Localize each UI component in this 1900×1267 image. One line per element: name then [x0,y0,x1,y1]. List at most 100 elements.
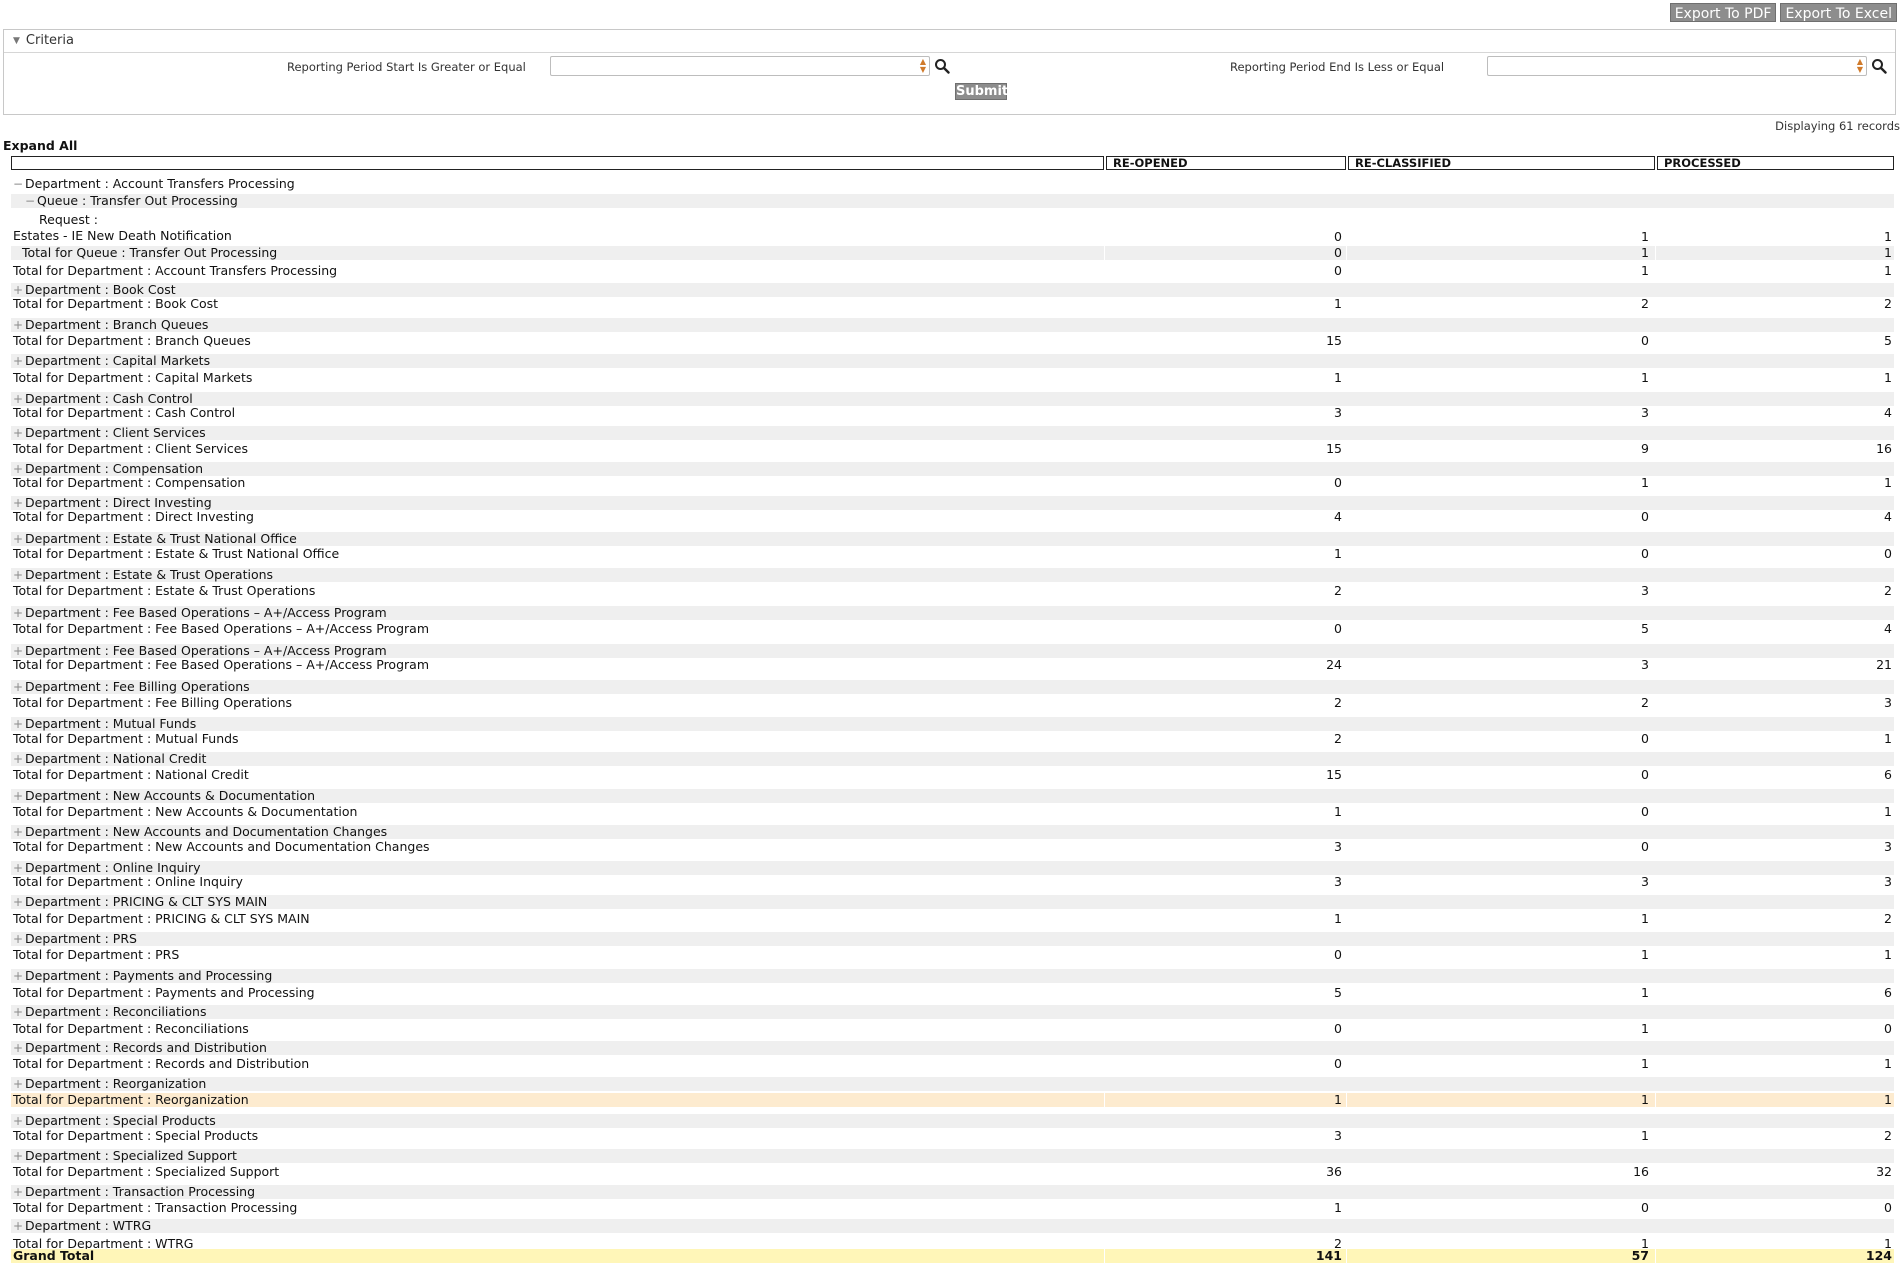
total-row: Total for Department : Fee Billing Opera… [11,696,1894,710]
start-search-icon[interactable] [934,58,950,74]
group-row[interactable]: + Department : New Accounts and Documenta… [11,825,1894,839]
row-label: + Department : PRICING & CLT SYS MAIN [13,895,267,910]
group-row[interactable]: + Department : Online Inquiry [11,861,1894,875]
expand-icon[interactable]: + [13,861,25,875]
group-label: Department : Account Transfers Processin… [25,176,295,191]
group-row[interactable]: + Department : Specialized Support [11,1149,1894,1163]
collapse-icon[interactable]: − [13,177,25,191]
expand-icon[interactable]: + [13,752,25,766]
expand-icon[interactable]: + [13,462,25,476]
collapse-icon[interactable]: − [25,194,37,208]
group-row[interactable]: + Department : Cash Control [11,392,1894,406]
group-row[interactable]: + Department : Estate & Trust National Of… [11,532,1894,546]
group-row[interactable]: + Department : Branch Queues [11,318,1894,332]
reclassified-value: 0 [1641,804,1649,819]
row-label: + Department : WTRG [13,1219,151,1234]
column-divider [1104,1129,1105,1143]
column-header-processed[interactable]: PROCESSED [1657,156,1894,170]
expand-icon[interactable]: + [13,1219,25,1233]
export-excel-button[interactable]: Export To Excel [1780,3,1897,22]
criteria-header[interactable]: ▼ Criteria [4,30,1895,53]
group-row[interactable]: + Department : Fee Based Operations – A+/… [11,644,1894,658]
column-divider [1655,547,1656,561]
group-row[interactable]: − Department : Account Transfers Processi… [11,176,1894,192]
expand-icon[interactable]: + [13,680,25,694]
expand-icon[interactable]: + [13,895,25,909]
reclassified-value: 3 [1641,874,1649,889]
expand-icon[interactable]: + [13,1077,25,1091]
column-divider [1346,1129,1347,1143]
expand-icon[interactable]: + [13,1185,25,1199]
group-row[interactable]: + Department : PRICING & CLT SYS MAIN [11,895,1894,909]
record-count: Displaying 61 records [1775,119,1900,133]
group-label: Department : Specialized Support [25,1148,237,1163]
expand-icon[interactable]: + [13,644,25,658]
collapse-triangle-icon[interactable]: ▼ [13,30,20,52]
group-row[interactable]: + Department : Estate & Trust Operations [11,568,1894,582]
group-row[interactable]: + Department : PRS [11,932,1894,946]
expand-icon[interactable]: + [13,392,25,406]
expand-icon[interactable]: + [13,318,25,332]
expand-icon[interactable]: + [13,1114,25,1128]
expand-icon[interactable]: + [13,825,25,839]
column-divider [1104,1201,1105,1215]
expand-icon[interactable]: + [13,568,25,582]
group-row[interactable]: + Department : Reconciliations [11,1005,1894,1019]
export-pdf-button[interactable]: Export To PDF [1669,3,1777,22]
expand-icon[interactable]: + [13,969,25,983]
end-search-icon[interactable] [1871,58,1887,74]
group-row[interactable]: + Department : Capital Markets [11,354,1894,368]
group-row[interactable]: + Department : WTRG [11,1219,1894,1233]
total-row: Total for Department : Payments and Proc… [11,986,1894,1000]
group-row[interactable]: + Department : Mutual Funds [11,717,1894,731]
row-label: Total for Department : Fee Based Operati… [13,621,429,636]
group-row[interactable]: + Department : Direct Investing [11,496,1894,510]
expand-icon[interactable]: + [13,606,25,620]
end-date-input[interactable]: ▲ ▼ [1487,56,1867,76]
column-divider [1346,212,1347,244]
expand-icon[interactable]: + [13,789,25,803]
expand-icon[interactable]: + [13,1005,25,1019]
group-row[interactable]: + Department : Special Products [11,1114,1894,1128]
spinner-icon[interactable]: ▲ ▼ [1857,58,1863,74]
row-label: + Department : Reorganization [13,1077,206,1092]
start-date-input[interactable]: ▲ ▼ [550,56,930,76]
group-row[interactable]: + Department : National Credit [11,752,1894,766]
group-label: Department : Transaction Processing [25,1184,256,1199]
expand-all-link[interactable]: Expand All [3,138,77,153]
expand-icon[interactable]: + [13,1149,25,1163]
expand-icon[interactable]: + [13,1041,25,1055]
reclassified-value: 2 [1641,695,1649,710]
reclassified-value: 1 [1641,911,1649,926]
group-row[interactable]: + Department : Fee Based Operations – A+/… [11,606,1894,620]
column-divider [1104,1057,1105,1071]
group-row[interactable]: + Department : Transaction Processing [11,1185,1894,1199]
column-header-reopened[interactable]: RE-OPENED [1106,156,1346,170]
column-divider [1104,334,1105,348]
expand-icon[interactable]: + [13,426,25,440]
group-row[interactable]: + Department : Compensation [11,462,1894,476]
expand-icon[interactable]: + [13,932,25,946]
expand-icon[interactable]: + [13,283,25,297]
expand-icon[interactable]: + [13,532,25,546]
expand-icon[interactable]: + [13,354,25,368]
group-row[interactable]: + Department : New Accounts & Documentati… [11,789,1894,803]
group-row[interactable]: + Department : Records and Distribution [11,1041,1894,1055]
expand-icon[interactable]: + [13,496,25,510]
total-row: Total for Department : Estate & Trust Op… [11,584,1894,598]
column-header-reclassified[interactable]: RE-CLASSIFIED [1348,156,1655,170]
expand-icon[interactable]: + [13,717,25,731]
column-divider [1104,212,1105,244]
group-row[interactable]: + Department : Payments and Processing [11,969,1894,983]
spinner-icon[interactable]: ▲ ▼ [920,58,926,74]
group-row[interactable]: + Department : Reorganization [11,1077,1894,1091]
reclassified-value: 1 [1641,245,1649,260]
submit-button[interactable]: Submit [955,83,1008,100]
group-row[interactable]: + Department : Client Services [11,426,1894,440]
group-row[interactable]: − Queue : Transfer Out Processing [11,194,1894,208]
reclassified-value: 1 [1641,985,1649,1000]
group-row[interactable]: + Department : Fee Billing Operations [11,680,1894,694]
total-row: Total for Department : Reorganization 1 1 1 [11,1093,1894,1107]
column-divider [1655,1165,1656,1179]
group-row[interactable]: + Department : Book Cost [11,283,1894,297]
